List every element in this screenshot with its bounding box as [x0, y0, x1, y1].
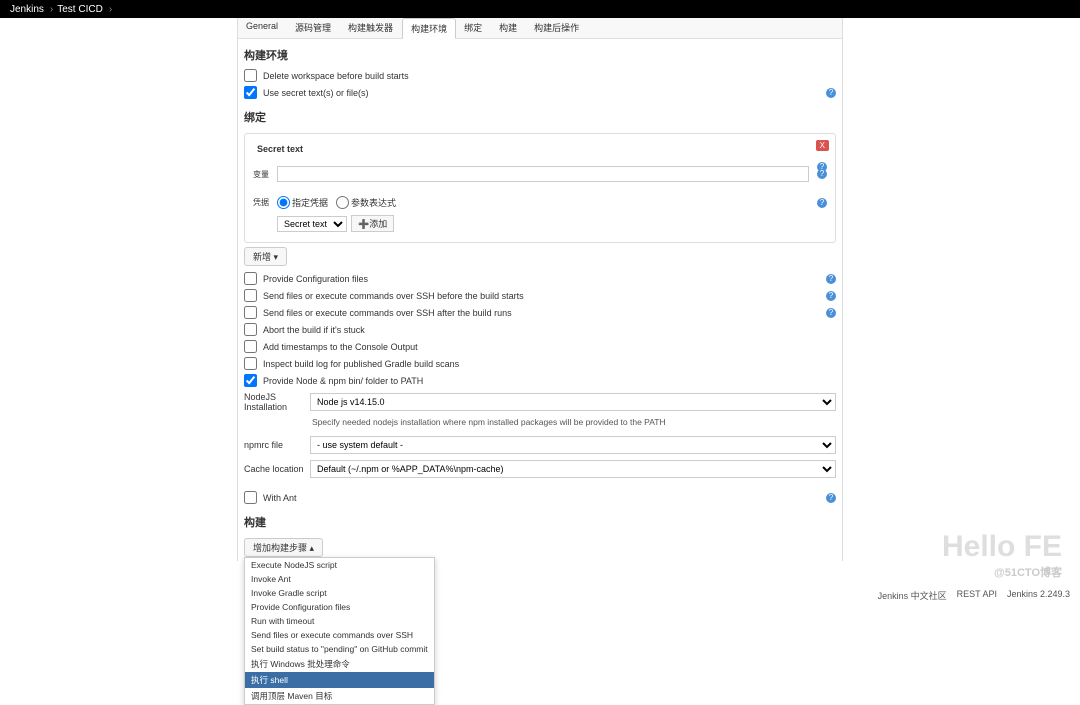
breadcrumb-jenkins[interactable]: Jenkins — [10, 4, 44, 15]
opt-gradle-scan[interactable]: Inspect build log for published Gradle b… — [238, 355, 842, 372]
opt-provide-node[interactable]: Provide Node & npm bin/ folder to PATH — [238, 372, 842, 389]
menu-item-gradle[interactable]: Invoke Gradle script — [245, 586, 434, 600]
nodejs-install-desc: Specify needed nodejs installation where… — [238, 415, 842, 433]
chevron-right-icon: › — [50, 4, 53, 15]
radio-param-cred[interactable] — [336, 196, 349, 209]
add-credential-button[interactable]: ➕添加 — [351, 215, 394, 232]
build-step-menu: Execute NodeJS script Invoke Ant Invoke … — [244, 557, 435, 705]
checkbox-abort-stuck[interactable] — [244, 323, 257, 336]
tab-general[interactable]: General — [238, 18, 287, 38]
label-ssh-before: Send files or execute commands over SSH … — [263, 291, 524, 301]
label-timestamps: Add timestamps to the Console Output — [263, 342, 418, 352]
variable-label: 变量 — [253, 169, 277, 180]
nodejs-install-select[interactable]: Node js v14.15.0 — [310, 393, 836, 411]
cache-row: Cache location Default (~/.npm or %APP_D… — [238, 457, 842, 481]
help-icon[interactable]: ? — [826, 493, 836, 503]
cache-select[interactable]: Default (~/.npm or %APP_DATA%\npm-cache) — [310, 460, 836, 478]
tab-binding[interactable]: 绑定 — [456, 18, 491, 38]
radio-param-label: 参数表达式 — [351, 196, 396, 209]
breadcrumb-project[interactable]: Test CICD — [57, 4, 103, 15]
help-icon[interactable]: ? — [826, 274, 836, 284]
binding-type-label: Secret text — [253, 142, 827, 156]
menu-item-github-status[interactable]: Set build status to "pending" on GitHub … — [245, 642, 434, 656]
menu-item-windows-batch[interactable]: 执行 Windows 批处理命令 — [245, 656, 434, 672]
help-icon[interactable]: ? — [817, 198, 827, 208]
config-tabs: General 源码管理 构建触发器 构建环境 绑定 构建 构建后操作 — [238, 18, 842, 39]
cache-label: Cache location — [244, 464, 310, 474]
help-icon[interactable]: ? — [826, 308, 836, 318]
checkbox-provide-config[interactable] — [244, 272, 257, 285]
opt-delete-ws[interactable]: Delete workspace before build starts — [238, 67, 842, 84]
tab-source[interactable]: 源码管理 — [287, 18, 340, 38]
delete-binding-button[interactable]: X — [816, 140, 829, 151]
config-panel: General 源码管理 构建触发器 构建环境 绑定 构建 构建后操作 构建环境… — [237, 18, 843, 561]
tab-env[interactable]: 构建环境 — [402, 18, 456, 39]
label-provide-node: Provide Node & npm bin/ folder to PATH — [263, 376, 423, 386]
label-ssh-after: Send files or execute commands over SSH … — [263, 308, 512, 318]
tab-trigger[interactable]: 构建触发器 — [340, 18, 402, 38]
label-provide-config: Provide Configuration files — [263, 274, 368, 284]
label-delete-ws: Delete workspace before build starts — [263, 71, 409, 81]
checkbox-use-secret[interactable] — [244, 86, 257, 99]
label-gradle-scan: Inspect build log for published Gradle b… — [263, 359, 459, 369]
watermark: Hello FE @51CTO博客 — [942, 530, 1062, 580]
npmrc-row: npmrc file - use system default - — [238, 433, 842, 457]
opt-abort-stuck[interactable]: Abort the build if it's stuck — [238, 321, 842, 338]
footer: Jenkins 中文社区 REST API Jenkins 2.249.3 — [878, 589, 1070, 602]
opt-ssh-after[interactable]: Send files or execute commands over SSH … — [238, 304, 842, 321]
binding-title: 绑定 — [238, 101, 842, 129]
nodejs-install-row: NodeJS Installation Node js v14.15.0 — [238, 389, 842, 415]
npmrc-select[interactable]: - use system default - — [310, 436, 836, 454]
checkbox-timestamps[interactable] — [244, 340, 257, 353]
add-binding-button[interactable]: 新增 ▾ — [244, 247, 287, 266]
tab-postbuild[interactable]: 构建后操作 — [526, 18, 588, 38]
help-icon[interactable]: ? — [817, 169, 827, 179]
opt-provide-config[interactable]: Provide Configuration files ? — [238, 270, 842, 287]
breadcrumb-bar: Jenkins › Test CICD › — [0, 0, 1080, 18]
checkbox-delete-ws[interactable] — [244, 69, 257, 82]
opt-ssh-before[interactable]: Send files or execute commands over SSH … — [238, 287, 842, 304]
help-icon[interactable]: ? — [826, 291, 836, 301]
build-env-title: 构建环境 — [238, 39, 842, 67]
menu-item-timeout[interactable]: Run with timeout — [245, 614, 434, 628]
credentials-label: 凭据 — [253, 197, 277, 208]
credential-select[interactable]: Secret text — [277, 216, 347, 232]
menu-item-ssh[interactable]: Send files or execute commands over SSH — [245, 628, 434, 642]
add-build-step-container: 增加构建步骤 ▴ Execute NodeJS script Invoke An… — [244, 538, 323, 557]
opt-with-ant[interactable]: With Ant ? — [238, 489, 842, 506]
menu-item-config[interactable]: Provide Configuration files — [245, 600, 434, 614]
menu-item-shell[interactable]: 执行 shell — [245, 672, 434, 688]
label-use-secret: Use secret text(s) or file(s) — [263, 88, 369, 98]
opt-use-secret[interactable]: Use secret text(s) or file(s) ? — [238, 84, 842, 101]
label-abort-stuck: Abort the build if it's stuck — [263, 325, 365, 335]
footer-community-link[interactable]: Jenkins 中文社区 — [878, 589, 947, 602]
checkbox-ssh-after[interactable] — [244, 306, 257, 319]
npmrc-label: npmrc file — [244, 440, 310, 450]
label-with-ant: With Ant — [263, 493, 297, 503]
checkbox-with-ant[interactable] — [244, 491, 257, 504]
help-icon[interactable]: ? — [826, 88, 836, 98]
add-build-step-button[interactable]: 增加构建步骤 ▴ — [244, 538, 323, 557]
chevron-right-icon: › — [109, 4, 112, 15]
tab-build[interactable]: 构建 — [491, 18, 526, 38]
footer-version: Jenkins 2.249.3 — [1007, 589, 1070, 602]
nodejs-install-label: NodeJS Installation — [244, 392, 310, 412]
menu-item-maven[interactable]: 调用顶层 Maven 目标 — [245, 688, 434, 704]
footer-rest-link[interactable]: REST API — [957, 589, 997, 602]
binding-secret-text: X Secret text ? 变量 ? 凭据 指定凭据 参数表达式 ? Sec… — [244, 133, 836, 243]
checkbox-gradle-scan[interactable] — [244, 357, 257, 370]
build-title: 构建 — [238, 506, 842, 534]
checkbox-provide-node[interactable] — [244, 374, 257, 387]
menu-item-ant[interactable]: Invoke Ant — [245, 572, 434, 586]
opt-timestamps[interactable]: Add timestamps to the Console Output — [238, 338, 842, 355]
variable-input[interactable] — [277, 166, 809, 182]
menu-item-nodejs[interactable]: Execute NodeJS script — [245, 558, 434, 572]
radio-specific-label: 指定凭据 — [292, 196, 328, 209]
checkbox-ssh-before[interactable] — [244, 289, 257, 302]
radio-specific-cred[interactable] — [277, 196, 290, 209]
